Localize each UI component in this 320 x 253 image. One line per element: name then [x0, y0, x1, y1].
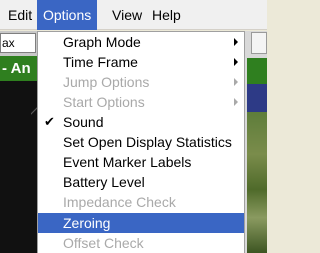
menu-item-offset-check: Offset Check	[38, 233, 244, 253]
menu-item-label: Jump Options	[63, 74, 150, 90]
background-graph-area	[0, 81, 37, 253]
background-banner: - An	[0, 56, 37, 81]
menu-edit[interactable]: Edit	[2, 0, 38, 30]
menu-item-sound[interactable]: ✔ Sound	[38, 112, 244, 132]
submenu-arrow-icon	[234, 38, 238, 46]
menu-bar: Edit Options View Help	[0, 0, 267, 30]
menu-item-set-open-display-statistics[interactable]: Set Open Display Statistics	[38, 132, 244, 152]
menu-item-jump-options: Jump Options	[38, 72, 244, 92]
submenu-arrow-icon	[234, 98, 238, 106]
menu-item-graph-mode[interactable]: Graph Mode	[38, 32, 244, 52]
menu-item-impedance-check: Impedance Check	[38, 192, 244, 212]
menu-options[interactable]: Options	[37, 0, 98, 30]
checkmark-icon: ✔	[44, 114, 55, 129]
background-right-image	[247, 112, 267, 253]
menu-item-event-marker-labels[interactable]: Event Marker Labels	[38, 152, 244, 172]
background-field[interactable]: ax	[0, 33, 36, 53]
background-right-header	[247, 84, 267, 112]
menu-item-label: Sound	[63, 114, 104, 130]
background-right-field[interactable]	[251, 32, 267, 54]
options-dropdown-menu: Graph Mode Time Frame Jump Options Start…	[37, 31, 245, 253]
menu-view[interactable]: View	[106, 0, 148, 30]
menu-item-label: Graph Mode	[63, 34, 141, 50]
background-right-banner	[247, 58, 267, 84]
menu-item-label: Start Options	[63, 94, 145, 110]
menu-item-label: Offset Check	[63, 235, 144, 251]
menu-item-label: Set Open Display Statistics	[63, 134, 232, 150]
menu-item-label: Event Marker Labels	[63, 154, 192, 170]
menu-item-battery-level[interactable]: Battery Level	[38, 172, 244, 192]
submenu-arrow-icon	[234, 58, 238, 66]
menu-item-label: Zeroing	[63, 215, 111, 231]
menu-help[interactable]: Help	[146, 0, 187, 30]
menu-item-label: Impedance Check	[63, 194, 176, 210]
menu-item-start-options: Start Options	[38, 92, 244, 112]
menu-item-zeroing[interactable]: Zeroing	[38, 213, 244, 233]
submenu-arrow-icon	[234, 78, 238, 86]
menu-item-label: Time Frame	[63, 54, 138, 70]
menu-item-label: Battery Level	[63, 174, 145, 190]
menu-item-time-frame[interactable]: Time Frame	[38, 52, 244, 72]
